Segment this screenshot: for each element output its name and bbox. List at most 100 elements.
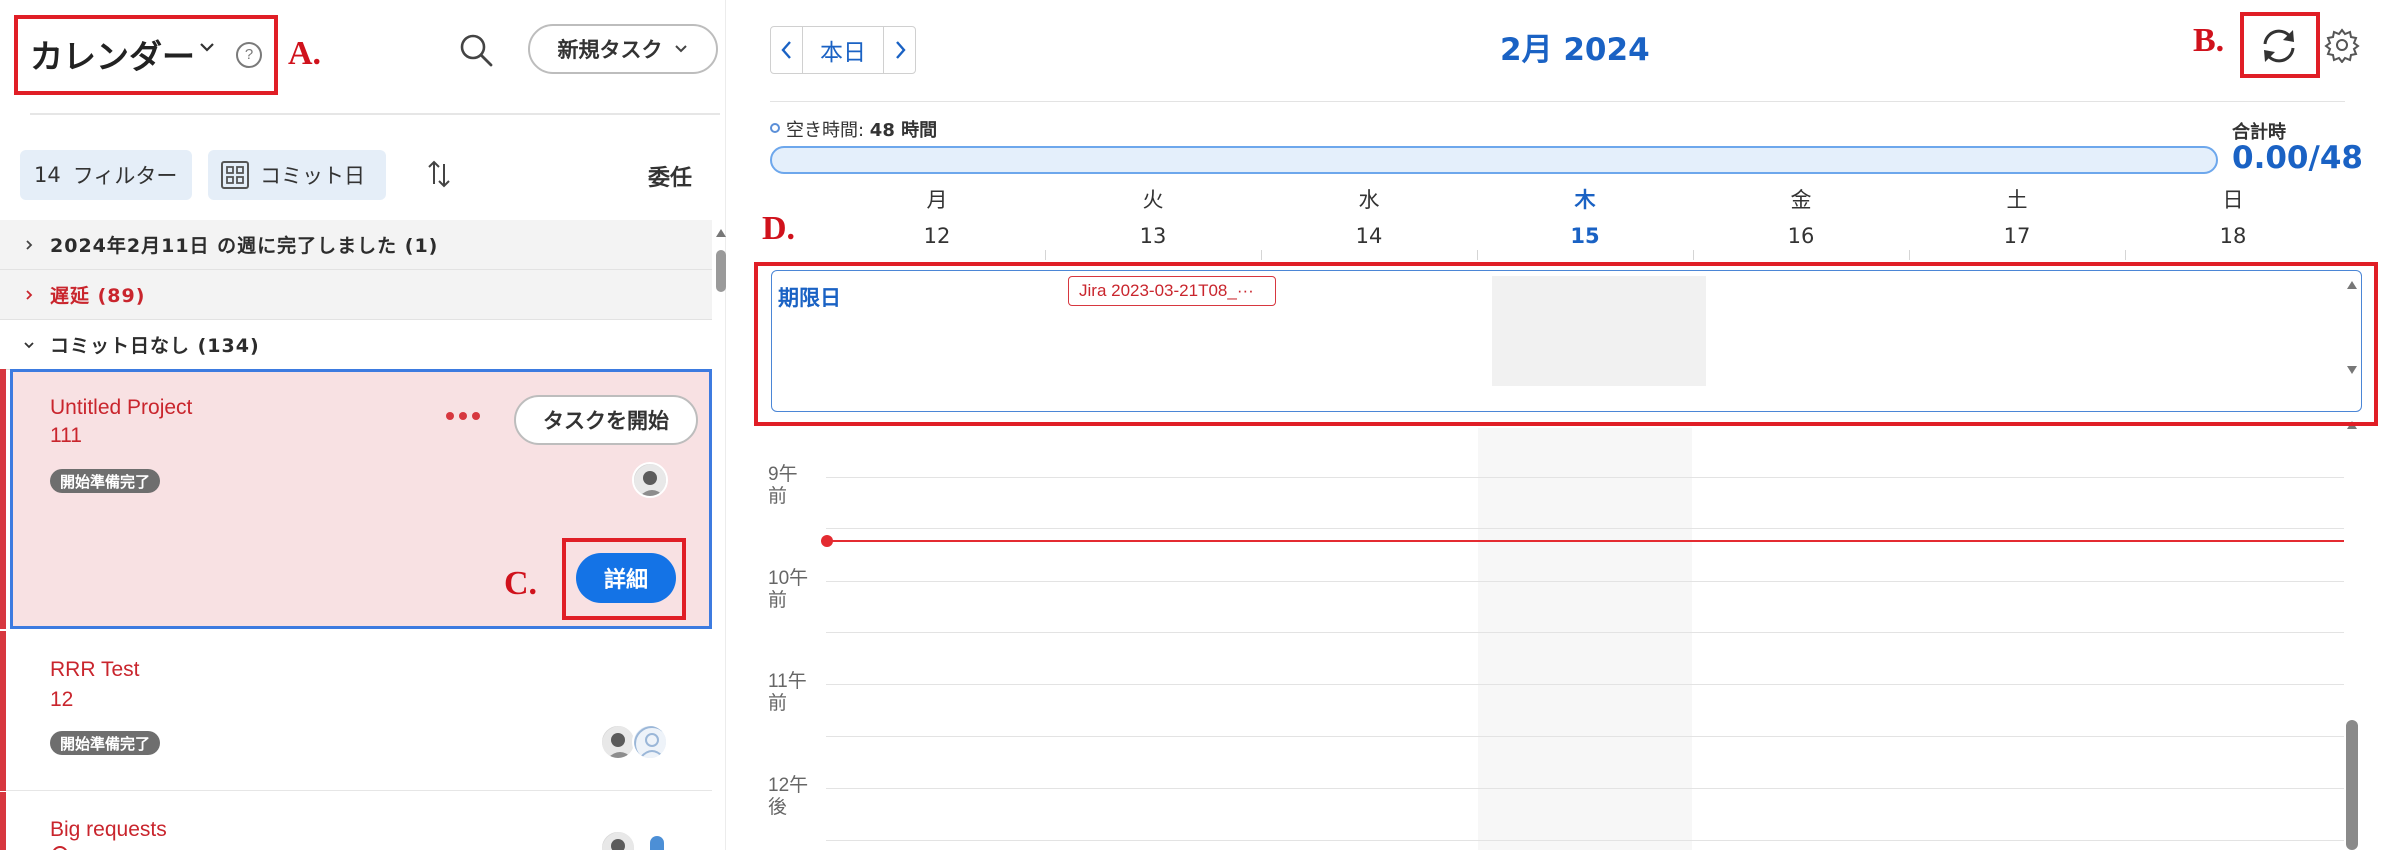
hour-line [826, 788, 2344, 789]
annotation-b: B. [2193, 22, 2225, 59]
group-label: 2024年2月11日 の週に完了しました (1) [50, 235, 439, 257]
day-separator [1477, 250, 1478, 260]
day-number: 18 [2219, 224, 2247, 248]
hour-label: 11午前 [768, 671, 807, 715]
task-name[interactable]: Big requests [50, 818, 167, 842]
chevron-right-icon [26, 289, 33, 300]
chevron-down-icon [24, 341, 34, 348]
filter-button[interactable]: 14 フィルター [20, 150, 192, 200]
hour-label: 12午後 [768, 775, 808, 819]
hour-label-bottom: 後 [768, 797, 788, 818]
month-title: 2月 2024 [1500, 32, 1650, 68]
avatar [600, 724, 636, 760]
task-number: 111 [50, 424, 82, 447]
late-indicator [0, 369, 6, 629]
day-separator [1045, 250, 1046, 260]
task-number: 12 [50, 688, 74, 711]
date-navigator: 本日 [770, 26, 916, 74]
annotation-box-d [754, 262, 2378, 426]
day-name: 金 [1790, 188, 1812, 212]
sort-icon[interactable] [424, 158, 454, 190]
day-header-today[interactable]: 木 15 [1525, 184, 1645, 248]
day-name: 日 [2222, 188, 2244, 212]
filter-label: フィルター [72, 164, 178, 188]
free-time-indicator [770, 123, 780, 133]
gear-icon[interactable] [2324, 27, 2360, 63]
today-column-shade [1478, 428, 1692, 850]
day-header[interactable]: 月 12 [877, 184, 997, 248]
total-hours-used: 0.00 [2232, 140, 2309, 176]
chevron-right-icon [26, 239, 33, 250]
hour-label-top: 12午 [768, 775, 809, 796]
hour-label-top: 11午 [768, 671, 807, 692]
start-task-button[interactable]: タスクを開始 [514, 395, 698, 445]
late-indicator [0, 631, 6, 791]
filter-count: 14 [34, 163, 61, 187]
group-no-commit-date[interactable]: コミット日なし (134) [0, 320, 712, 370]
task-card[interactable] [0, 631, 712, 791]
avatar [632, 724, 668, 760]
scroll-up-arrow[interactable] [715, 228, 727, 238]
status-badge: 開始準備完了 [50, 469, 161, 493]
hour-label-bottom: 前 [768, 693, 788, 714]
day-number: 15 [1570, 224, 1600, 248]
commit-date-label: コミット日 [260, 164, 365, 188]
day-header[interactable]: 水 14 [1309, 184, 1429, 248]
late-indicator [0, 792, 6, 850]
hour-line [826, 684, 2344, 685]
day-name: 月 [926, 188, 948, 212]
free-time-text: 空き時間: [786, 120, 870, 141]
group-completed-week[interactable]: 2024年2月11日 の週に完了しました (1) [0, 220, 712, 270]
annotation-box-c [562, 538, 686, 620]
hour-line [826, 477, 2344, 478]
next-week-button[interactable] [883, 27, 915, 73]
day-number: 13 [1139, 224, 1167, 248]
annotation-box-a [14, 15, 278, 95]
current-time-dot [821, 535, 833, 547]
group-label: 遅延 (89) [50, 285, 146, 307]
annotation-box-b [2240, 12, 2320, 78]
task-name[interactable]: Untitled Project [50, 396, 192, 420]
day-name: 土 [2006, 188, 2028, 212]
half-hour-line [826, 840, 2344, 841]
current-time-line [826, 540, 2344, 542]
day-separator [2125, 250, 2126, 260]
scrollbar-thumb[interactable] [2346, 720, 2358, 850]
commit-date-button[interactable]: コミット日 [208, 150, 386, 200]
task-panel: カレンダー ? 新規タスク 14 フィルター コミット日 委任 2024年2月1… [0, 0, 726, 850]
half-hour-line [826, 528, 2344, 529]
day-header[interactable]: 日 18 [2173, 184, 2293, 248]
day-name: 火 [1142, 188, 1164, 212]
day-separator [1909, 250, 1910, 260]
total-hours-capacity: /48 [2308, 140, 2363, 176]
hour-label: 10午前 [768, 568, 808, 612]
group-label: コミット日なし (134) [50, 335, 260, 357]
chevron-right-icon [895, 41, 906, 59]
more-options-icon[interactable] [446, 412, 480, 420]
today-button[interactable]: 本日 [803, 27, 883, 73]
day-number: 12 [923, 224, 951, 248]
day-header[interactable]: 火 13 [1093, 184, 1213, 248]
annotation-d: D. [762, 210, 796, 247]
day-name: 木 [1574, 188, 1596, 212]
day-name: 水 [1358, 188, 1380, 212]
new-task-button[interactable]: 新規タスク [528, 24, 718, 74]
day-number: 17 [2003, 224, 2031, 248]
scrollbar-thumb[interactable] [716, 250, 726, 292]
previous-week-button[interactable] [771, 27, 803, 73]
day-header[interactable]: 金 16 [1741, 184, 1861, 248]
search-icon[interactable] [456, 30, 496, 70]
task-name[interactable]: RRR Test [50, 658, 139, 682]
total-hours-value: 0.00/48 [2232, 140, 2363, 176]
annotation-a: A. [288, 35, 322, 72]
avatar [632, 462, 668, 498]
delegate-tab[interactable]: 委任 [648, 160, 692, 192]
new-task-label: 新規タスク [557, 38, 663, 62]
half-hour-line [826, 632, 2344, 633]
day-header[interactable]: 土 17 [1957, 184, 2077, 248]
day-separator [1261, 250, 1262, 260]
hour-label-bottom: 前 [768, 590, 788, 611]
capacity-bar [770, 146, 2218, 174]
group-late[interactable]: 遅延 (89) [0, 270, 712, 320]
divider [770, 101, 2345, 102]
